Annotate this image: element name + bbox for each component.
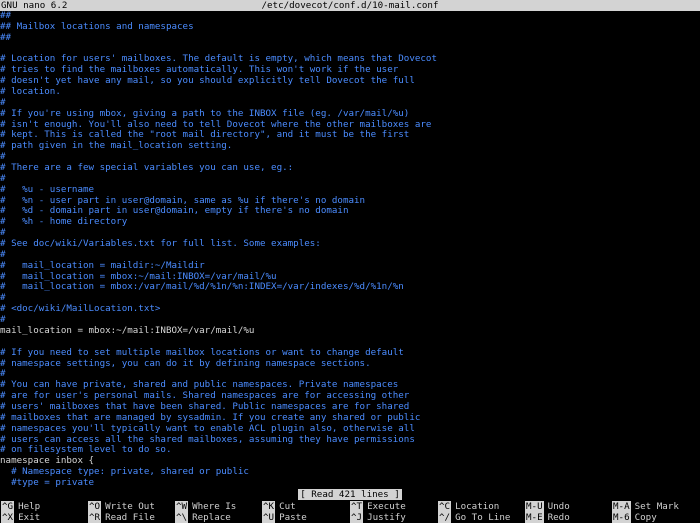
editor-line[interactable]: ## bbox=[0, 33, 700, 44]
editor-line[interactable]: #type = private bbox=[0, 478, 700, 489]
shortcut-label: Go To Line bbox=[455, 512, 511, 523]
shortcut-label: Write Out bbox=[105, 501, 155, 512]
editor-line[interactable]: # users' mailboxes that have been shared… bbox=[0, 402, 700, 413]
shortcut-undo[interactable]: M-U Undo bbox=[525, 501, 570, 512]
status-message: [ Read 421 lines ] bbox=[298, 489, 402, 500]
shortcut-execute[interactable]: ^T Execute bbox=[350, 501, 406, 512]
shortcut-label: Cut bbox=[279, 501, 296, 512]
shortcut-exit[interactable]: ^X Exit bbox=[1, 512, 40, 523]
editor-text-area[interactable]: ## ## Mailbox locations and namespaces ## #… bbox=[0, 11, 700, 489]
editor-line[interactable]: namespace inbox { bbox=[0, 456, 700, 467]
editor-line[interactable]: # bbox=[0, 152, 700, 163]
editor-line[interactable]: # bbox=[0, 369, 700, 380]
file-path: /etc/dovecot/conf.d/10-mail.conf bbox=[261, 0, 439, 11]
shortcut-key: M-E bbox=[525, 512, 544, 523]
shortcut-where-is[interactable]: ^W Where Is bbox=[175, 501, 236, 512]
shortcut-bar: ^G Help ^X Exit ^O Write Out ^R Read File ^W Wher… bbox=[0, 501, 700, 523]
shortcut-key: ^K bbox=[262, 501, 276, 512]
editor-line[interactable]: # %u - username bbox=[0, 185, 700, 196]
editor-line[interactable]: # bbox=[0, 293, 700, 304]
editor-line[interactable]: # isn't enough. You'll also need to tell… bbox=[0, 120, 700, 131]
shortcut-label: Undo bbox=[547, 501, 570, 512]
editor-line[interactable]: # doesn't yet have any mail, so you shou… bbox=[0, 76, 700, 87]
editor-line[interactable]: # Location for users' mailboxes. The def… bbox=[0, 54, 700, 65]
editor-line[interactable]: # namespace settings, you can do it by d… bbox=[0, 359, 700, 370]
editor-line[interactable]: # path given in the mail_location settin… bbox=[0, 141, 700, 152]
shortcut-key: ^O bbox=[88, 501, 102, 512]
shortcut-key: M-A bbox=[612, 501, 631, 512]
shortcut-label: Copy bbox=[634, 512, 657, 523]
shortcut-key: ^W bbox=[175, 501, 189, 512]
editor-line[interactable]: # You can have private, shared and publi… bbox=[0, 380, 700, 391]
editor-line[interactable]: # bbox=[0, 315, 700, 326]
shortcut-label: Read File bbox=[105, 512, 155, 523]
shortcut-key: ^J bbox=[350, 512, 364, 523]
shortcut-redo[interactable]: M-E Redo bbox=[525, 512, 570, 523]
shortcut-read-file[interactable]: ^R Read File bbox=[88, 512, 155, 523]
shortcut-key: ^T bbox=[350, 501, 364, 512]
shortcut-key: ^U bbox=[262, 512, 276, 523]
shortcut-label: Help bbox=[18, 501, 41, 512]
shortcut-label: Exit bbox=[18, 512, 41, 523]
editor-line[interactable]: ## bbox=[0, 11, 700, 22]
editor-line[interactable]: # <doc/wiki/MailLocation.txt> bbox=[0, 304, 700, 315]
editor-line[interactable] bbox=[0, 337, 700, 348]
editor-line[interactable]: # bbox=[0, 98, 700, 109]
shortcut-copy[interactable]: M-6 Copy bbox=[612, 512, 657, 523]
shortcut-cut[interactable]: ^K Cut bbox=[262, 501, 296, 512]
shortcut-help[interactable]: ^G Help bbox=[1, 501, 40, 512]
shortcut-label: Location bbox=[455, 501, 500, 512]
editor-line[interactable]: # bbox=[0, 228, 700, 239]
shortcut-label: Paste bbox=[279, 512, 307, 523]
editor-line[interactable]: # namespaces you'll typically want to en… bbox=[0, 424, 700, 435]
shortcut-label: Where Is bbox=[192, 501, 237, 512]
editor-line[interactable]: # bbox=[0, 250, 700, 261]
editor-line[interactable]: # on filesystem level to do so. bbox=[0, 445, 700, 456]
editor-line[interactable]: # mail_location = mbox:/var/mail/%d/%1n/… bbox=[0, 282, 700, 293]
shortcut-label: Replace bbox=[192, 512, 231, 523]
shortcut-key: ^/ bbox=[438, 512, 452, 523]
editor-line[interactable]: # are for user's personal mails. Shared … bbox=[0, 391, 700, 402]
editor-line[interactable]: # tries to find the mailboxes automatica… bbox=[0, 65, 700, 76]
shortcut-key: M-6 bbox=[612, 512, 631, 523]
shortcut-label: Redo bbox=[547, 512, 570, 523]
editor-line[interactable]: # Namespace type: private, shared or pub… bbox=[0, 467, 700, 478]
shortcut-go-to-line[interactable]: ^/Go To Line bbox=[438, 512, 510, 523]
editor-line[interactable]: # kept. This is called the "root mail di… bbox=[0, 130, 700, 141]
shortcut-write-out[interactable]: ^O Write Out bbox=[88, 501, 155, 512]
editor-line[interactable]: ## Mailbox locations and namespaces bbox=[0, 22, 700, 33]
editor-line[interactable]: # bbox=[0, 174, 700, 185]
shortcut-location[interactable]: ^C Location bbox=[438, 501, 499, 512]
editor-line[interactable]: # See doc/wiki/Variables.txt for full li… bbox=[0, 239, 700, 250]
editor-line[interactable] bbox=[0, 44, 700, 55]
editor-line[interactable]: mail_location = mbox:~/mail:INBOX=/var/m… bbox=[0, 326, 700, 337]
editor-line[interactable]: # If you need to set multiple mailbox lo… bbox=[0, 348, 700, 359]
editor-line[interactable]: # There are a few special variables you … bbox=[0, 163, 700, 174]
shortcut-label: Execute bbox=[367, 501, 406, 512]
editor-line[interactable]: # %n - user part in user@domain, same as… bbox=[0, 196, 700, 207]
shortcut-key: ^X bbox=[1, 512, 15, 523]
shortcut-set-mark[interactable]: M-A Set Mark bbox=[612, 501, 679, 512]
shortcut-key: M-U bbox=[525, 501, 544, 512]
status-bar: [ Read 421 lines ] bbox=[0, 489, 700, 500]
title-bar: GNU nano 6.2 /etc/dovecot/conf.d/10-mail… bbox=[0, 0, 700, 11]
shortcut-justify[interactable]: ^J Justify bbox=[350, 512, 406, 523]
shortcut-key: ^\ bbox=[175, 512, 189, 523]
shortcut-paste[interactable]: ^U Paste bbox=[262, 512, 307, 523]
shortcut-label: Justify bbox=[367, 512, 406, 523]
shortcut-label: Set Mark bbox=[634, 501, 679, 512]
editor-line[interactable]: # location. bbox=[0, 87, 700, 98]
shortcut-replace[interactable]: ^\ Replace bbox=[175, 512, 231, 523]
editor-line[interactable]: # %h - home directory bbox=[0, 217, 700, 228]
shortcut-key: ^C bbox=[438, 501, 452, 512]
editor-line[interactable]: # mail_location = mbox:~/mail:INBOX=/var… bbox=[0, 272, 700, 283]
editor-line[interactable]: # %d - domain part in user@domain, empty… bbox=[0, 206, 700, 217]
editor-line[interactable]: # mailboxes that are managed by sysadmin… bbox=[0, 413, 700, 424]
shortcut-key: ^R bbox=[88, 512, 102, 523]
shortcut-key: ^G bbox=[1, 501, 15, 512]
editor-line[interactable]: # mail_location = maildir:~/Maildir bbox=[0, 261, 700, 272]
editor-line[interactable]: # users can access all the shared mailbo… bbox=[0, 435, 700, 446]
editor-line[interactable]: # If you're using mbox, giving a path to… bbox=[0, 109, 700, 120]
